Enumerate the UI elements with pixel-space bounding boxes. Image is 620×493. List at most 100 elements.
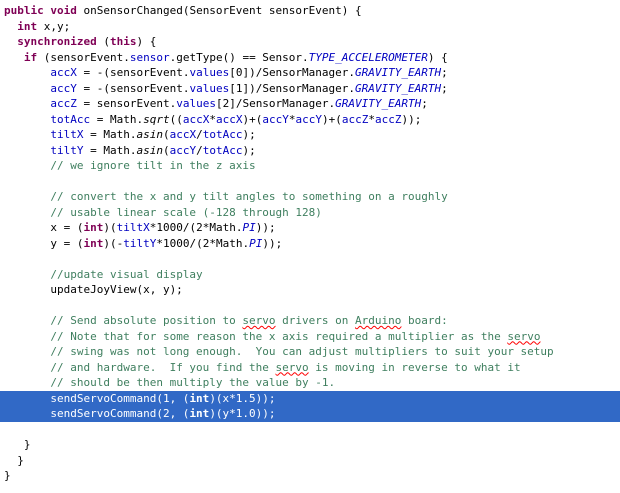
- code-line[interactable]: tiltY = Math.asin(accY/totAcc);: [0, 143, 620, 159]
- code-token: GRAVITY_EARTH: [355, 81, 442, 95]
- code-token: updateJoyView(x, y);: [4, 283, 183, 296]
- code-token: if: [23, 50, 38, 64]
- code-line[interactable]: accX = -(sensorEvent.values[0])/SensorMa…: [0, 65, 620, 81]
- code-token: onSensorChanged(SensorEvent sensorEvent)…: [76, 4, 362, 17]
- code-line[interactable]: synchronized (this) {: [0, 34, 620, 50]
- code-token: ));: [401, 112, 422, 126]
- code-line[interactable]: x = (int)(tiltX*1000/(2*Math.PI));: [0, 220, 620, 236]
- code-token: sensor: [129, 50, 170, 64]
- code-token: // should be then multiply the value by …: [50, 376, 336, 389]
- code-token: ;: [441, 66, 448, 79]
- code-editor[interactable]: public void onSensorChanged(SensorEvent …: [0, 0, 620, 493]
- code-line[interactable]: // and hardware. If you find the servo i…: [0, 360, 620, 376]
- code-line[interactable]: // usable linear scale (-128 through 128…: [0, 205, 620, 221]
- code-token: int: [83, 221, 104, 234]
- code-token: = Math.: [83, 128, 137, 141]
- code-token: synchronized: [17, 35, 97, 48]
- code-token: sqrt: [143, 112, 170, 126]
- code-token: is moving in reverse to what it: [308, 360, 521, 374]
- code-line[interactable]: // Note that for some reason the x axis …: [0, 329, 620, 345]
- code-line-selected[interactable]: sendServoCommand(1, (int)(x*1.5));: [0, 390, 620, 406]
- code-token: accX: [215, 112, 243, 126]
- code-line[interactable]: updateJoyView(x, y);: [0, 282, 620, 298]
- code-token: PI: [249, 236, 263, 250]
- code-line[interactable]: }: [0, 468, 620, 484]
- code-token: x,y;: [37, 19, 71, 33]
- code-token: accY: [262, 112, 289, 126]
- code-token: /: [196, 143, 203, 157]
- code-token: *: [209, 112, 216, 126]
- code-line[interactable]: // Send absolute position to servo drive…: [0, 313, 620, 329]
- code-line[interactable]: accZ = sensorEvent.values[2]/SensorManag…: [0, 96, 620, 112]
- code-token: // we ignore tilt in the z axis: [50, 159, 256, 172]
- code-token: sendServoCommand(2, (: [4, 407, 190, 420]
- code-token: tiltY: [50, 143, 84, 157]
- code-line[interactable]: if (sensorEvent.sensor.getType() == Sens…: [0, 50, 620, 66]
- code-token: tiltX: [50, 128, 84, 141]
- code-line[interactable]: y = (int)(-tiltY*1000/(2*Math.PI));: [0, 236, 620, 252]
- code-token: accX: [50, 66, 77, 79]
- code-token: accY: [169, 143, 197, 157]
- code-line[interactable]: int x,y;: [0, 19, 620, 35]
- code-line[interactable]: [0, 251, 620, 267]
- code-line[interactable]: }: [0, 453, 620, 469]
- code-token: )+(: [321, 112, 342, 126]
- code-token: int: [17, 19, 38, 33]
- code-line[interactable]: totAcc = Math.sqrt((accX*accX)+(accY*acc…: [0, 112, 620, 128]
- code-line[interactable]: public void onSensorChanged(SensorEvent …: [0, 3, 620, 19]
- code-token: = -(sensorEvent.: [76, 66, 190, 79]
- code-token: // usable linear scale (-128 through 128…: [50, 205, 322, 219]
- code-token: y = (: [4, 236, 84, 250]
- code-line[interactable]: // swing was not long enough. You can ad…: [0, 344, 620, 360]
- code-token: *: [368, 112, 375, 126]
- code-token: accZ: [341, 112, 369, 126]
- code-line[interactable]: //update visual display: [0, 267, 620, 283]
- code-token: GRAVITY_EARTH: [335, 97, 422, 110]
- code-line-selected[interactable]: sendServoCommand(2, (int)(y*1.0));: [0, 406, 620, 422]
- code-token: }: [4, 453, 24, 467]
- code-line[interactable]: }: [0, 437, 620, 453]
- code-token: ;: [441, 81, 448, 95]
- code-line[interactable]: // we ignore tilt in the z axis: [0, 158, 620, 174]
- code-token: = sensorEvent.: [76, 97, 177, 110]
- code-token: // convert the x and y tilt angles to so…: [50, 190, 448, 203]
- code-token: accZ: [374, 112, 402, 126]
- code-token: tiltX: [116, 221, 150, 234]
- code-token: }: [4, 438, 31, 451]
- code-line[interactable]: [0, 298, 620, 314]
- code-token: ) {: [136, 35, 157, 48]
- code-token: public void: [4, 4, 77, 17]
- code-token: servo: [242, 314, 276, 327]
- code-line[interactable]: // should be then multiply the value by …: [0, 375, 620, 391]
- code-token: // Note that for some reason the x axis …: [50, 329, 508, 343]
- code-line[interactable]: // convert the x and y tilt angles to so…: [0, 189, 620, 205]
- code-line[interactable]: tiltX = Math.asin(accX/totAcc);: [0, 127, 620, 143]
- code-token: )+(: [242, 112, 263, 126]
- code-line[interactable]: [0, 422, 620, 438]
- code-token: accX: [182, 112, 210, 126]
- code-line[interactable]: accY = -(sensorEvent.values[1])/SensorMa…: [0, 81, 620, 97]
- code-token: *1000/(2*Math.: [149, 221, 243, 234]
- code-token: );: [242, 128, 256, 141]
- code-token: values: [189, 66, 230, 79]
- code-token: [1])/SensorManager.: [229, 81, 356, 95]
- code-token: = Math.: [90, 112, 144, 126]
- code-token: );: [242, 143, 256, 157]
- code-token: totAcc: [202, 128, 243, 141]
- code-token: servo: [507, 329, 541, 343]
- code-token: accX: [169, 128, 197, 141]
- code-token: (: [162, 143, 170, 157]
- code-line[interactable]: [0, 174, 620, 190]
- code-token: = Math.: [83, 143, 137, 157]
